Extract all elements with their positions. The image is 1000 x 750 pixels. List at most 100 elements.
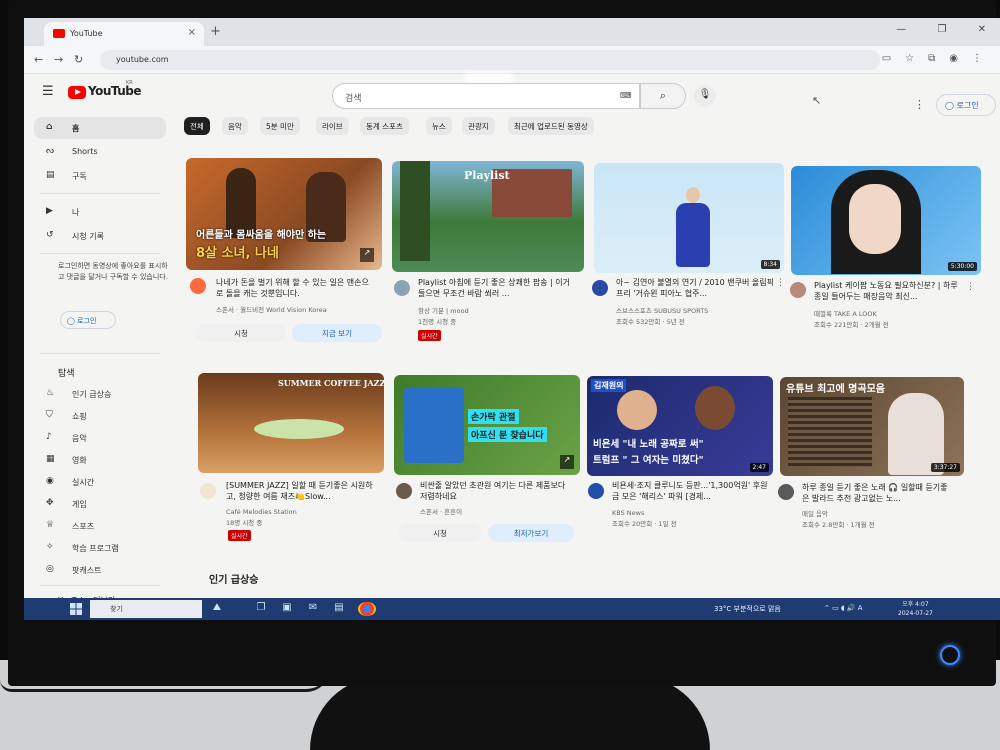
chip-under-5min[interactable]: 5분 미만	[260, 117, 300, 135]
more-options-icon[interactable]: ⋮	[914, 98, 925, 111]
sidebar-item-sports[interactable]: ♕ 스포츠	[34, 515, 166, 537]
widget-icon[interactable]: ⛰	[210, 602, 224, 616]
sidebar-item-history[interactable]: ↺ 시청 기록	[34, 225, 166, 247]
sidebar-item-home[interactable]: ⌂ 홈	[34, 117, 166, 139]
video-title[interactable]: [SUMMER JAZZ] 일할 때 듣기좋은 시원하고, 청량한 여름 재즈🍋…	[226, 480, 378, 502]
more-options-icon[interactable]: ⋮	[966, 282, 975, 292]
sidebar-item-shorts[interactable]: ᔓ Shorts	[34, 141, 166, 163]
sidebar-login-button[interactable]: ◯ 로그인	[60, 311, 116, 329]
video-title[interactable]: 하루 종일 듣기 좋은 노래 🎧 일할때 듣기좋은 발라드 추천 광고없는 노.…	[802, 482, 952, 504]
sidebar-item-label: 실시간	[72, 478, 95, 487]
taskbar: 찾기 ⛰ ❐ ▣ ✉ ▤ 33°C 부분적으로 맑음 ⌃ ▭ ◖ 🔊 A 오후 …	[24, 598, 1000, 620]
keyboard-icon[interactable]: ⌨	[620, 91, 632, 100]
channel-avatar[interactable]	[778, 484, 794, 500]
task-view-icon[interactable]: ❐	[254, 602, 268, 616]
chip-all[interactable]: 전체	[184, 117, 210, 135]
external-link-icon[interactable]: ↗	[360, 248, 374, 262]
store-icon[interactable]: ▣	[280, 602, 294, 616]
sidebar-item-live[interactable]: ◉ 실시간	[34, 471, 166, 493]
video-thumbnail[interactable]: SUMMER COFFEE JAZZ	[198, 373, 384, 473]
windows-start-icon[interactable]	[70, 603, 82, 615]
sidebar-item-label: 학습 프로그램	[72, 544, 119, 553]
sidebar-item-music[interactable]: ♪ 음악	[34, 427, 166, 449]
watch-now-button[interactable]: 지금 보기	[292, 324, 382, 342]
thumbnail-caption: SUMMER COFFEE JAZZ	[278, 378, 384, 388]
channel-avatar[interactable]	[200, 483, 216, 499]
video-title[interactable]: 비욘세·조지 클루니도 등판...'1,300억원' 후원금 모은 '해리스' …	[612, 480, 770, 502]
more-options-icon[interactable]: ⋮	[776, 278, 785, 288]
voice-search-button[interactable]: 🎙	[694, 85, 716, 107]
watch-button[interactable]: 시청	[398, 524, 482, 542]
window-controls[interactable]: — ❐ ✕	[896, 24, 1000, 35]
youtube-logo[interactable]: YouTube	[68, 84, 142, 100]
video-thumbnail[interactable]: 김재원의 비욘세 "내 노래 공짜로 써" 트럼프 " 그 여자는 미쳤다" 2…	[587, 376, 773, 476]
channel-avatar[interactable]	[394, 280, 410, 296]
chip-news[interactable]: 뉴스	[426, 117, 452, 135]
reload-icon[interactable]: ↻	[74, 53, 83, 66]
video-title[interactable]: 아~ 김연아 불멸의 연기 / 2010 밴쿠버 올림픽 프리 '거슈윈 피아노…	[616, 277, 776, 299]
channel-avatar[interactable]	[790, 282, 806, 298]
new-tab-button[interactable]: +	[210, 24, 221, 39]
sidebar-item-learning[interactable]: ✧ 학습 프로그램	[34, 537, 166, 559]
chip-recently-uploaded[interactable]: 최근에 업로드된 동영상	[508, 117, 594, 135]
video-thumbnail[interactable]: 유튜브 최고에 명곡모음 3:37:27	[780, 377, 964, 476]
search-button[interactable]: ⌕	[640, 83, 686, 109]
forward-icon[interactable]: →	[54, 53, 63, 66]
sidebar-item-podcasts[interactable]: ◎ 팟캐스트	[34, 559, 166, 581]
channel-name[interactable]: 스브스스포츠 SUBUSU SPORTS	[616, 306, 708, 316]
system-tray-icons[interactable]: ⌃ ▭ ◖ 🔊 A	[824, 604, 863, 612]
channel-avatar[interactable]	[396, 483, 412, 499]
video-thumbnail[interactable]: Playlist	[392, 161, 584, 272]
sidebar-item-subscriptions[interactable]: ▤ 구독	[34, 165, 166, 187]
channel-name[interactable]: 스폰서 · 월드비전 World Vision Korea	[216, 305, 327, 315]
weather-widget[interactable]: 33°C 부분적으로 맑음	[714, 604, 781, 614]
channel-name[interactable]: 매일 음악	[802, 509, 828, 519]
watch-button[interactable]: 시청	[196, 324, 286, 342]
channel-avatar[interactable]	[190, 278, 206, 294]
chip-live[interactable]: 라이브	[316, 117, 349, 135]
sidebar-item-shopping[interactable]: ⛉ 쇼핑	[34, 405, 166, 427]
menu-icon[interactable]: ☰	[42, 84, 54, 99]
thumbnail-caption: 유튜브 최고에 명곡모음	[786, 384, 885, 395]
browser-tab[interactable]: YouTube ×	[44, 22, 204, 46]
video-thumbnail[interactable]: 8:34	[594, 163, 784, 273]
video-meta: 조회수 221만회 · 2개월 전	[814, 321, 889, 329]
sidebar-item-movies[interactable]: ▦ 영화	[34, 449, 166, 471]
video-thumbnail[interactable]: 손가락 관절 아프신 분 찾습니다 ↗	[394, 375, 580, 475]
logo-text: YouTube	[88, 84, 142, 98]
power-led-icon[interactable]	[940, 645, 960, 665]
mail-icon[interactable]: ✉	[306, 602, 320, 616]
search-input[interactable]: 검색	[332, 83, 640, 109]
channel-name[interactable]: 스폰서 · 흔흔이	[420, 507, 462, 517]
chip-winter-sports[interactable]: 동계 스포츠	[360, 117, 409, 135]
channel-name[interactable]: KBS News	[612, 508, 644, 518]
chip-tourist-spots[interactable]: 관광지	[462, 117, 495, 135]
channel-name[interactable]: Café Melodies Station	[226, 507, 297, 517]
video-thumbnail[interactable]: 어른들과 몸싸움을 해야만 하는 8살 소녀, 나네 ↗	[186, 158, 382, 270]
lowest-price-button[interactable]: 최저가보기	[488, 524, 574, 542]
chip-music[interactable]: 음악	[222, 117, 248, 135]
sidebar-item-label: Shorts	[72, 147, 98, 156]
video-title[interactable]: 나네가 돈을 벌기 위해 할 수 있는 일은 맨손으로 돌을 캐는 것뿐입니다.	[216, 277, 376, 299]
video-title[interactable]: Playlist 케이팝 노동요 필요하신분? | 하루종일 들어두는 매장음악…	[814, 280, 964, 302]
back-icon[interactable]: ←	[34, 53, 43, 66]
sidebar-item-you[interactable]: ▶ 나	[34, 201, 166, 223]
video-title[interactable]: 비싼줄 알았던 초관원 여기는 다른 제품보다 저렴하네요	[420, 480, 574, 502]
external-link-icon[interactable]: ↗	[560, 455, 574, 469]
folder-icon[interactable]: ▤	[332, 602, 346, 616]
channel-avatar[interactable]	[592, 280, 608, 296]
taskbar-clock[interactable]: 오후 4:07 2024-07-27	[898, 600, 933, 618]
close-icon[interactable]: ×	[188, 27, 196, 38]
sidebar-item-trending[interactable]: ♨ 인기 급상승	[34, 383, 166, 405]
taskbar-search-input[interactable]: 찾기	[90, 600, 202, 618]
channel-avatar[interactable]	[588, 483, 604, 499]
chrome-icon[interactable]	[358, 602, 376, 616]
url-field[interactable]: youtube.com	[100, 50, 880, 70]
channel-name[interactable]: 때껄룩 TAKE A LOOK	[814, 309, 877, 319]
login-button[interactable]: ◯ 로그인	[936, 94, 996, 116]
browser-toolbar-icons[interactable]: ▭☆⧉◉⋮	[882, 53, 996, 64]
video-title[interactable]: Playlist 아침에 듣기 좋은 상쾌한 팝송 | 이거 들으면 무조건 바…	[418, 277, 578, 299]
sidebar-item-gaming[interactable]: ✥ 게임	[34, 493, 166, 515]
video-thumbnail[interactable]: 5:30:00	[791, 166, 981, 275]
channel-name[interactable]: 항상 기분 | mood	[418, 306, 469, 316]
